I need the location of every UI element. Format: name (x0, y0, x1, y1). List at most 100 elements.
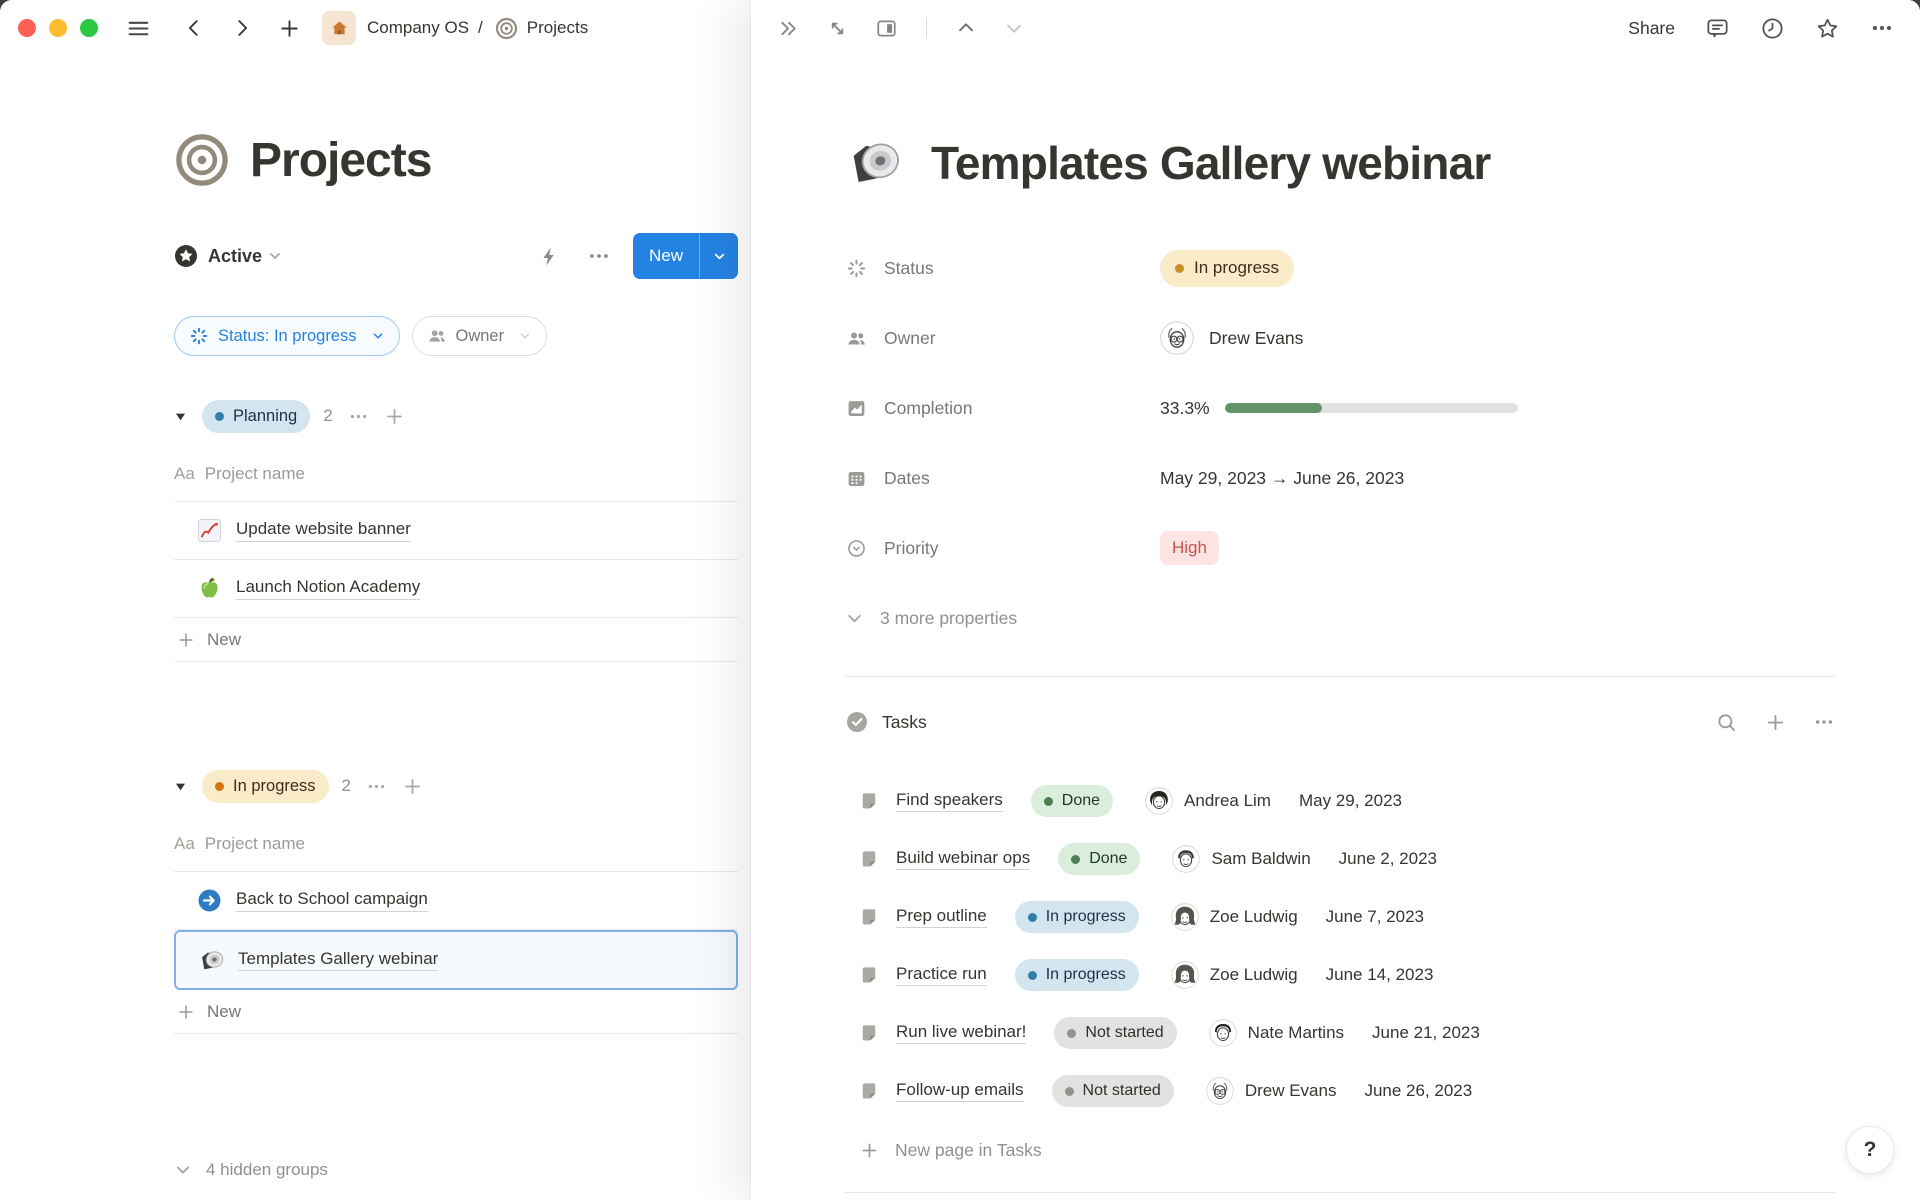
task-page-link[interactable]: Follow-up emails (896, 1080, 1024, 1103)
new-row-button[interactable]: New (174, 990, 738, 1034)
share-button[interactable]: Share (1628, 18, 1675, 39)
minimize-button[interactable] (49, 19, 67, 37)
property-label-owner[interactable]: Owner (845, 328, 1160, 349)
filter-chip-status[interactable]: Status: In progress (174, 316, 400, 356)
group-collapse-triangle-icon[interactable] (174, 780, 187, 793)
breadcrumb-workspace[interactable]: Company OS (367, 18, 469, 38)
group-collapse-triangle-icon[interactable] (174, 410, 187, 423)
page-title[interactable]: Projects (250, 133, 431, 188)
group-add-plus-icon[interactable] (384, 406, 405, 427)
group-name-tag[interactable]: Planning (202, 400, 310, 433)
owner-value[interactable]: Drew Evans (1160, 321, 1303, 355)
table-row-selected[interactable]: Templates Gallery webinar (174, 930, 738, 990)
close-peek-double-chevron-icon[interactable] (777, 17, 800, 40)
task-page-link[interactable]: Practice run (896, 964, 987, 987)
breadcrumb-page[interactable]: Projects (527, 18, 588, 38)
zoom-button[interactable] (80, 19, 98, 37)
more-options-dots-icon[interactable] (1870, 16, 1894, 40)
task-page-link[interactable]: Build webinar ops (896, 848, 1030, 871)
view-options-dots-icon[interactable] (587, 244, 611, 268)
close-button[interactable] (18, 19, 36, 37)
more-properties-toggle[interactable]: 3 more properties (845, 596, 1835, 640)
task-status-tag[interactable]: Done (1031, 785, 1113, 817)
filter-chip-status-label[interactable]: Status: In progress (218, 327, 357, 346)
tasks-heading[interactable]: Tasks (882, 712, 927, 733)
table-row[interactable]: Launch Notion Academy (174, 560, 738, 618)
search-icon[interactable] (1715, 711, 1738, 734)
table-row[interactable]: Update website banner (174, 502, 738, 560)
property-label-dates[interactable]: Dates (845, 468, 1160, 489)
new-button[interactable]: New (633, 233, 738, 279)
task-status-tag[interactable]: In progress (1015, 901, 1139, 933)
task-status-tag[interactable]: Not started (1054, 1017, 1176, 1049)
bullseye-icon[interactable] (174, 132, 230, 188)
task-person[interactable]: Drew Evans (1206, 1077, 1337, 1105)
favorite-star-icon[interactable] (1815, 16, 1840, 41)
side-peek-mode-icon[interactable] (875, 17, 898, 40)
task-page-link[interactable]: Prep outline (896, 906, 987, 929)
sidebar-menu-icon[interactable] (126, 16, 151, 41)
task-row[interactable]: Practice run In progress Zoe Ludwig June 14… (845, 946, 1835, 1004)
task-row[interactable]: Run live webinar! Not started Nate Martins… (845, 1004, 1835, 1062)
group-options-dots-icon[interactable] (366, 776, 387, 797)
task-page-link[interactable]: Find speakers (896, 790, 1003, 813)
project-page-link[interactable]: Launch Notion Academy (236, 577, 420, 600)
priority-value-tag[interactable]: High (1160, 531, 1219, 565)
view-tab-active[interactable]: Active (208, 246, 262, 267)
property-label-priority[interactable]: Priority (845, 538, 1160, 559)
task-person[interactable]: Andrea Lim (1145, 787, 1271, 815)
back-button[interactable] (183, 17, 205, 39)
chevron-down-icon[interactable] (267, 248, 283, 264)
status-value-tag[interactable]: In progress (1160, 250, 1294, 287)
tasks-options-dots-icon[interactable] (1813, 711, 1835, 733)
table-row[interactable]: Back to School campaign (174, 872, 738, 930)
group-options-dots-icon[interactable] (348, 406, 369, 427)
new-page-in-tasks-button[interactable]: New page in Tasks (845, 1128, 1835, 1172)
updates-clock-icon[interactable] (1760, 16, 1785, 41)
group-name-tag[interactable]: In progress (202, 770, 329, 803)
task-date[interactable]: June 26, 2023 (1364, 1081, 1472, 1101)
home-breadcrumb-chip[interactable] (322, 11, 356, 45)
project-page-link[interactable]: Templates Gallery webinar (238, 949, 438, 972)
project-page-link[interactable]: Update website banner (236, 519, 411, 542)
dates-value[interactable]: May 29, 2023 → June 26, 2023 (1160, 468, 1404, 489)
task-person[interactable]: Zoe Ludwig (1171, 903, 1298, 931)
property-label-status[interactable]: Status (845, 258, 1160, 279)
comments-icon[interactable] (1705, 16, 1730, 41)
new-button-label[interactable]: New (633, 246, 699, 266)
task-page-link[interactable]: Run live webinar! (896, 1022, 1026, 1045)
task-date[interactable]: June 21, 2023 (1372, 1023, 1480, 1043)
task-date[interactable]: June 14, 2023 (1326, 965, 1434, 985)
task-row[interactable]: Build webinar ops Done Sam Baldwin June 2, … (845, 830, 1835, 888)
task-person[interactable]: Nate Martins (1209, 1019, 1344, 1047)
add-task-plus-icon[interactable] (1764, 711, 1787, 734)
expand-page-icon[interactable] (826, 17, 849, 40)
task-person[interactable]: Sam Baldwin (1172, 845, 1310, 873)
project-page-link[interactable]: Back to School campaign (236, 889, 428, 912)
task-date[interactable]: June 7, 2023 (1326, 907, 1424, 927)
new-row-button[interactable]: New (174, 618, 738, 662)
filter-chip-owner-label[interactable]: Owner (456, 327, 505, 346)
speaker-icon[interactable] (845, 134, 903, 192)
property-label-completion[interactable]: Completion (845, 398, 1160, 419)
task-date[interactable]: May 29, 2023 (1299, 791, 1402, 811)
hidden-groups-toggle[interactable]: 4 hidden groups (174, 1152, 738, 1188)
table-header[interactable]: Aa Project name (174, 456, 738, 502)
task-row[interactable]: Follow-up emails Not started Drew Evans Jun… (845, 1062, 1835, 1120)
new-button-dropdown[interactable] (700, 249, 738, 264)
next-page-chevron-down-icon[interactable] (1003, 17, 1025, 39)
filter-chip-owner[interactable]: Owner (412, 316, 548, 356)
task-date[interactable]: June 2, 2023 (1339, 849, 1437, 869)
group-add-plus-icon[interactable] (402, 776, 423, 797)
task-status-tag[interactable]: In progress (1015, 959, 1139, 991)
task-row[interactable]: Prep outline In progress Zoe Ludwig June 7,… (845, 888, 1835, 946)
automation-lightning-icon[interactable] (538, 245, 561, 268)
task-row[interactable]: Find speakers Done Andrea Lim May 29, 2023 (845, 772, 1835, 830)
task-status-tag[interactable]: Not started (1052, 1075, 1174, 1107)
task-person[interactable]: Zoe Ludwig (1171, 961, 1298, 989)
forward-button[interactable] (231, 17, 253, 39)
task-status-tag[interactable]: Done (1058, 843, 1140, 875)
help-button[interactable]: ? (1846, 1126, 1894, 1174)
table-header[interactable]: Aa Project name (174, 826, 738, 872)
new-tab-button[interactable] (278, 17, 301, 40)
